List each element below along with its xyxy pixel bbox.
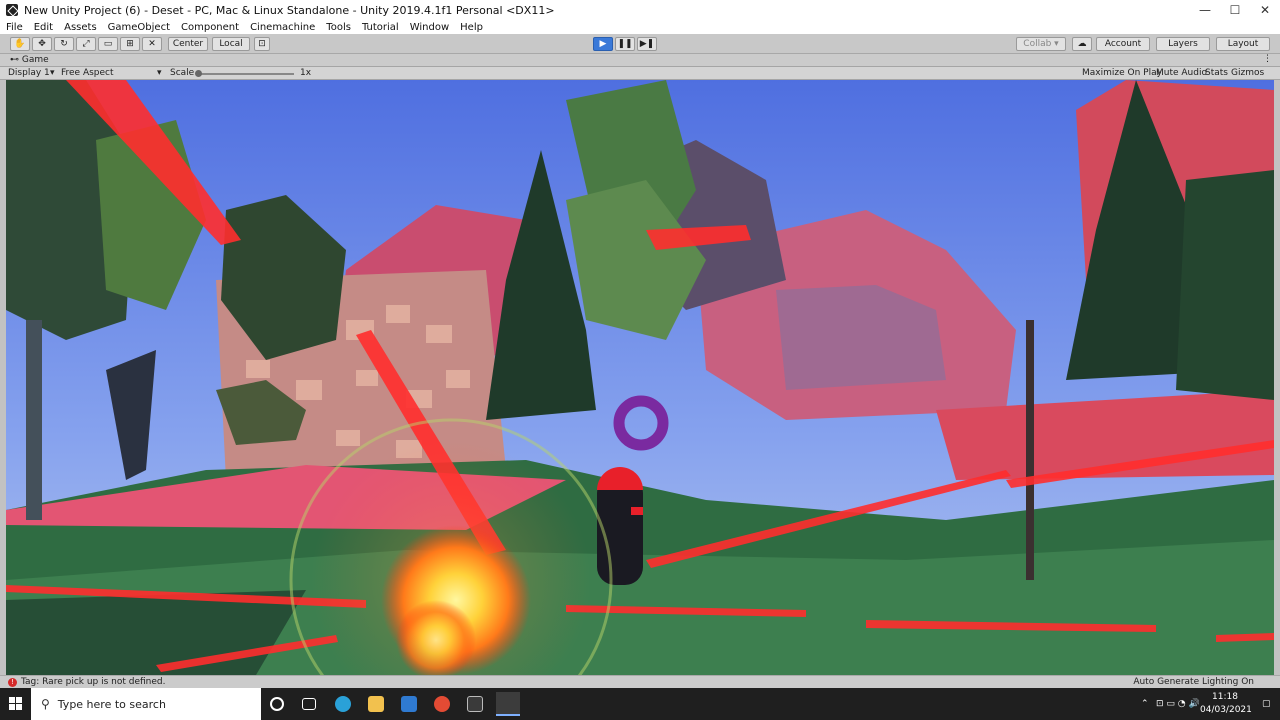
- scale-slider-handle[interactable]: [195, 70, 202, 77]
- mail-icon[interactable]: [401, 696, 417, 712]
- maximize-button[interactable]: ☐: [1220, 0, 1250, 20]
- console-error-message[interactable]: ! Tag: Rare pick up is not defined.: [8, 677, 166, 687]
- clock-time[interactable]: 11:18: [1212, 692, 1238, 702]
- windows-start-icon[interactable]: [9, 697, 23, 711]
- collab-button[interactable]: Collab ▾: [1016, 37, 1066, 51]
- mute-audio-toggle[interactable]: Mute Audio: [1156, 68, 1207, 79]
- search-icon: ⚲: [41, 697, 50, 711]
- unity-logo-icon: [6, 4, 18, 16]
- menu-help[interactable]: Help: [460, 22, 483, 33]
- search-placeholder: Type here to search: [57, 697, 166, 711]
- custom-tool-icon[interactable]: ✕: [142, 37, 162, 51]
- lighting-status: Auto Generate Lighting On: [1133, 677, 1254, 687]
- menu-bar: File Edit Assets GameObject Component Ci…: [0, 20, 1280, 34]
- task-view-icon[interactable]: [302, 698, 316, 710]
- pause-button[interactable]: ❚❚: [615, 37, 635, 51]
- scale-label: Scale: [170, 68, 195, 78]
- game-options-bar: Display 1 ▾ Free Aspect ▾ Scale 1x Maxim…: [0, 67, 1280, 80]
- scale-slider[interactable]: [198, 73, 294, 75]
- menu-edit[interactable]: Edit: [34, 22, 53, 33]
- scale-value: 1x: [300, 68, 312, 78]
- display-dropdown[interactable]: Display 1: [8, 68, 50, 79]
- status-bar: ! Tag: Rare pick up is not defined. Auto …: [0, 675, 1280, 688]
- layout-dropdown[interactable]: Layout: [1216, 37, 1270, 51]
- tab-game-label: Game: [21, 55, 49, 65]
- scale-tool-icon[interactable]: ⤢: [76, 37, 96, 51]
- rect-tool-icon[interactable]: ▭: [98, 37, 118, 51]
- account-dropdown[interactable]: Account: [1096, 37, 1150, 51]
- notification-tray-icons[interactable]: ⊡ ▭ ◔ 🔊: [1156, 699, 1200, 709]
- menu-assets[interactable]: Assets: [64, 22, 97, 33]
- action-center-icon[interactable]: ▢: [1262, 699, 1271, 709]
- game-tab-bar: ⊷ Game ⋮: [0, 54, 1280, 67]
- hand-tool-icon[interactable]: ✋: [10, 37, 30, 51]
- store-icon[interactable]: [467, 696, 483, 712]
- snap-icon[interactable]: ⊡: [254, 37, 270, 51]
- chevron-down-icon: ▾: [50, 68, 55, 78]
- window-title: New Unity Project (6) - Deset - PC, Mac …: [24, 3, 555, 17]
- step-button[interactable]: ▶❚: [637, 37, 657, 51]
- pivot-local-button[interactable]: Local: [212, 37, 250, 51]
- clock-date[interactable]: 04/03/2021: [1200, 705, 1252, 715]
- chevron-down-icon: ▾: [157, 68, 162, 78]
- menu-tools[interactable]: Tools: [326, 22, 351, 33]
- menu-file[interactable]: File: [6, 22, 23, 33]
- chrome-icon[interactable]: [434, 696, 450, 712]
- game-scene: [6, 80, 1274, 675]
- play-button[interactable]: ▶: [593, 37, 613, 51]
- tray-chevron-icon[interactable]: ⌃: [1141, 699, 1149, 709]
- maximize-on-play-toggle[interactable]: Maximize On Play: [1082, 68, 1162, 79]
- tab-menu-icon[interactable]: ⋮: [1263, 54, 1272, 64]
- error-text: Tag: Rare pick up is not defined.: [21, 677, 166, 687]
- error-icon: !: [8, 678, 17, 687]
- layers-dropdown[interactable]: Layers: [1156, 37, 1210, 51]
- pivot-center-button[interactable]: Center: [168, 37, 208, 51]
- windows-taskbar: ⚲ Type here to search ⌃ ⊡ ▭ ◔ 🔊 11:18 04…: [0, 688, 1280, 720]
- menu-tutorial[interactable]: Tutorial: [362, 22, 399, 33]
- move-tool-icon[interactable]: ✥: [32, 37, 52, 51]
- taskbar-search[interactable]: ⚲ Type here to search: [31, 688, 261, 720]
- file-explorer-icon[interactable]: [368, 696, 384, 712]
- gizmos-dropdown[interactable]: Gizmos: [1231, 68, 1264, 79]
- stats-toggle[interactable]: Stats: [1205, 68, 1228, 79]
- menu-component[interactable]: Component: [181, 22, 239, 33]
- window-controls: — ☐ ✕: [1190, 0, 1280, 20]
- cortana-icon[interactable]: [270, 697, 284, 711]
- game-viewport[interactable]: [6, 80, 1274, 675]
- game-view-icon: ⊷: [10, 55, 22, 65]
- cloud-icon[interactable]: ☁: [1072, 37, 1092, 51]
- transform-tool-icon[interactable]: ⊞: [120, 37, 140, 51]
- rotate-tool-icon[interactable]: ↻: [54, 37, 74, 51]
- minimize-button[interactable]: —: [1190, 0, 1220, 20]
- menu-cinemachine[interactable]: Cinemachine: [250, 22, 315, 33]
- tab-game[interactable]: ⊷ Game: [10, 55, 49, 65]
- aspect-dropdown[interactable]: Free Aspect: [61, 68, 114, 79]
- unity-taskbar-icon[interactable]: [496, 692, 520, 716]
- main-toolbar: ✋ ✥ ↻ ⤢ ▭ ⊞ ✕ Center Local ⊡ ▶ ❚❚ ▶❚ Col…: [0, 34, 1280, 54]
- title-bar: New Unity Project (6) - Deset - PC, Mac …: [0, 0, 1280, 20]
- menu-gameobject[interactable]: GameObject: [108, 22, 170, 33]
- close-button[interactable]: ✕: [1250, 0, 1280, 20]
- edge-icon[interactable]: [335, 696, 351, 712]
- menu-window[interactable]: Window: [410, 22, 449, 33]
